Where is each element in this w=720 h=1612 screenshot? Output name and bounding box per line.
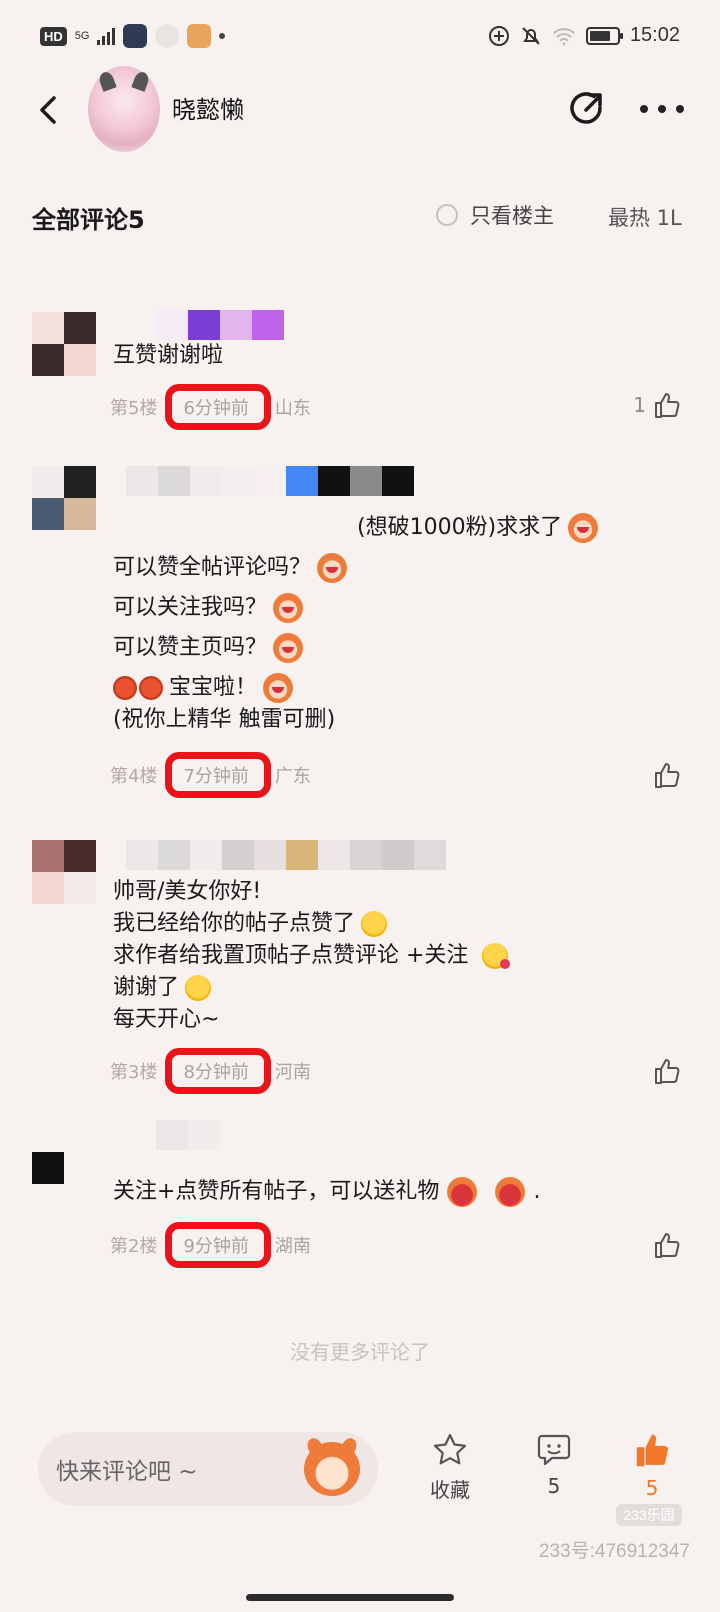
fox-emoji-icon xyxy=(317,553,348,583)
home-indicator[interactable] xyxy=(246,1594,454,1601)
network-type: 5G xyxy=(74,30,90,42)
comment-region: 广东 xyxy=(274,766,311,787)
comment-like-button[interactable] xyxy=(646,760,682,790)
only-owner-label: 只看楼主 xyxy=(470,204,554,228)
comment-time: 6分钟前 xyxy=(165,384,272,430)
comment-time: 7分钟前 xyxy=(165,752,272,798)
app-notification-icon xyxy=(123,24,148,48)
star-icon xyxy=(433,1433,467,1465)
comment-like-button[interactable] xyxy=(646,1056,682,1086)
floor-number: 第5楼 xyxy=(110,398,158,419)
comment-time: 8分钟前 xyxy=(165,1048,272,1094)
thumbs-up-icon xyxy=(655,1233,680,1258)
fox-emoji-icon xyxy=(568,513,599,543)
comments-title: 全部评论5 xyxy=(32,206,145,234)
comment-meta: 第3楼 8分钟前 河南 xyxy=(110,1048,311,1094)
gift-fox-emoji-icon xyxy=(447,1177,478,1207)
signal-icon xyxy=(97,27,116,45)
back-icon[interactable] xyxy=(30,90,70,130)
crab-emoji-icon xyxy=(139,676,163,700)
commenter-avatar[interactable] xyxy=(32,466,96,530)
app-notification-icon xyxy=(187,24,212,48)
comment-region: 湖南 xyxy=(274,1236,311,1257)
comment-region: 河南 xyxy=(274,1062,311,1083)
comment-text: 帅哥/美女你好! 我已经给你的帖子点赞了 求作者给我置顶帖子点赞评论 +关注 谢… xyxy=(113,876,511,1036)
share-icon[interactable] xyxy=(564,86,608,130)
fox-emoji-icon xyxy=(263,673,294,703)
like-post-button[interactable]: 5 xyxy=(622,1432,682,1500)
commenter-name[interactable] xyxy=(126,840,446,870)
kiss-emoji-icon xyxy=(482,943,511,969)
comment-meta: 第5楼 6分钟前 山东 xyxy=(110,384,311,430)
commenter-avatar[interactable] xyxy=(32,312,96,376)
author-avatar[interactable] xyxy=(88,66,160,152)
fox-emoji-picker-icon[interactable] xyxy=(304,1442,360,1496)
gift-fox-emoji-icon xyxy=(495,1177,526,1207)
comment-meta: 第4楼 7分钟前 广东 xyxy=(110,752,311,798)
bottom-action-bar: 快来评论吧 ~ 收藏 5 5 xyxy=(0,1422,720,1542)
fox-emoji-icon xyxy=(273,593,304,623)
like-count: 1 xyxy=(633,393,646,417)
comment-region: 山东 xyxy=(274,398,311,419)
floor-number: 第2楼 xyxy=(110,1236,158,1257)
comment-text: 关注+点赞所有帖子，可以送礼物. xyxy=(113,1176,540,1208)
like-count: 5 xyxy=(645,1476,659,1500)
comments-count: 5 xyxy=(128,206,145,234)
no-more-comments: 没有更多评论了 xyxy=(290,1340,430,1364)
hug-emoji-icon xyxy=(185,975,212,1001)
comment-count: 5 xyxy=(547,1474,561,1498)
wifi-icon xyxy=(553,27,575,45)
add-circle-icon xyxy=(488,25,509,46)
comments-button[interactable]: 5 xyxy=(524,1432,584,1498)
crab-emoji-icon xyxy=(113,676,137,700)
commenter-avatar[interactable] xyxy=(32,840,96,904)
comment-text: 互赞谢谢啦 xyxy=(113,343,224,368)
comment-time: 9分钟前 xyxy=(165,1222,272,1268)
app-notification-icon xyxy=(155,24,180,48)
watermark-text: 233号:476912347 xyxy=(538,1541,690,1562)
more-options-icon[interactable] xyxy=(640,102,684,116)
comment-meta: 第2楼 9分钟前 湖南 xyxy=(110,1222,311,1268)
commenter-name[interactable] xyxy=(156,310,284,340)
comment-input[interactable]: 快来评论吧 ~ xyxy=(38,1432,378,1506)
watermark-logo: 233乐园 xyxy=(616,1504,682,1526)
commenter-name[interactable] xyxy=(156,1120,220,1150)
comment-like-button[interactable]: 1 xyxy=(633,390,682,420)
only-owner-toggle[interactable]: 只看楼主 xyxy=(436,200,554,230)
commenter-name[interactable] xyxy=(126,466,414,496)
post-header: 晓懿懒 xyxy=(0,60,720,160)
hd-badge: HD xyxy=(40,26,67,46)
comments-header: 全部评论5 只看楼主 最热 1L xyxy=(0,196,720,240)
more-notifications-icon xyxy=(219,33,226,39)
clock: 15:02 xyxy=(629,24,680,46)
comment-bubble-icon xyxy=(537,1434,571,1466)
mute-bell-icon xyxy=(522,26,540,45)
thumbs-up-icon xyxy=(655,1059,680,1084)
comment-input-placeholder: 快来评论吧 ~ xyxy=(56,1459,198,1485)
favorite-label: 收藏 xyxy=(430,1478,470,1502)
floor-number: 第3楼 xyxy=(110,1062,158,1083)
thumbs-up-icon xyxy=(655,393,680,418)
thumbs-up-icon xyxy=(655,763,680,788)
wink-emoji-icon xyxy=(361,911,388,937)
author-name[interactable]: 晓懿懒 xyxy=(172,90,244,125)
comment-text: (想破1000粉)求求了 可以赞全帖评论吗？ 可以关注我吗？ 可以赞主页吗？ 宝… xyxy=(113,512,599,736)
favorite-button[interactable]: 收藏 xyxy=(420,1432,480,1503)
thumbs-up-filled-icon xyxy=(636,1434,668,1467)
floor-number: 第4楼 xyxy=(110,766,158,787)
commenter-avatar[interactable] xyxy=(32,1152,64,1184)
battery-icon xyxy=(585,26,623,45)
comment-like-button[interactable] xyxy=(646,1230,682,1260)
fox-emoji-icon xyxy=(273,633,304,663)
sort-dropdown[interactable]: 最热 1L xyxy=(608,202,686,232)
radio-icon[interactable] xyxy=(436,204,458,226)
